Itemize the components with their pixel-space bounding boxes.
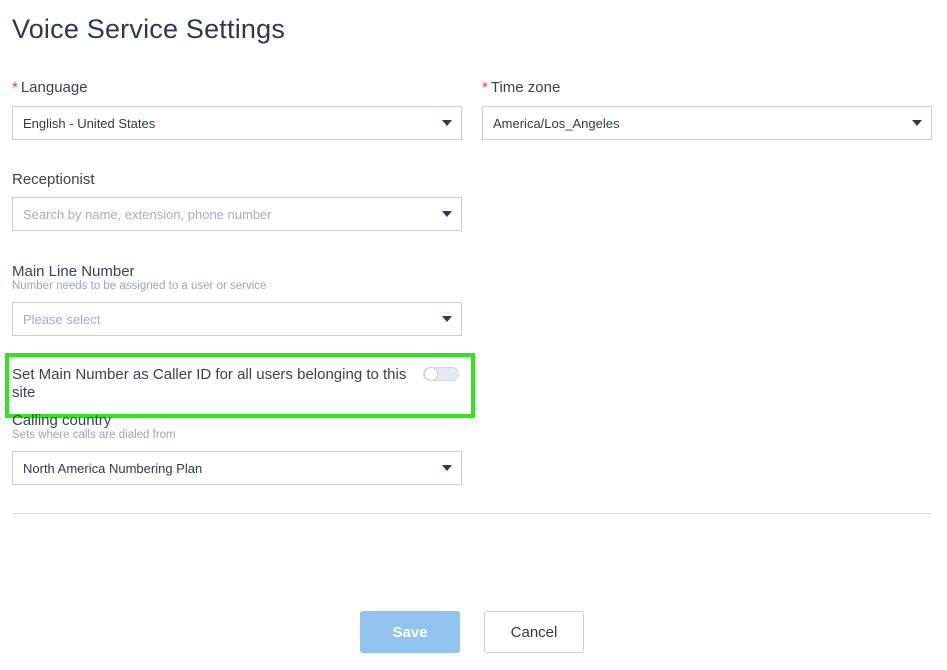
required-mark: *	[12, 79, 18, 96]
save-button[interactable]: Save	[360, 611, 460, 653]
main-line-hint: Number needs to be assigned to a user or…	[12, 280, 267, 292]
language-label: * Language	[12, 79, 88, 96]
chevron-down-icon	[442, 316, 452, 322]
caller-id-label: Set Main Number as Caller ID for all use…	[12, 366, 407, 401]
calling-country-label: Calling country	[12, 412, 112, 429]
language-select-value: English - United States	[23, 115, 156, 131]
calling-country-hint: Sets where calls are dialed from	[12, 429, 176, 441]
language-select[interactable]: English - United States	[12, 106, 462, 140]
chevron-down-icon	[442, 465, 452, 471]
chevron-down-icon	[442, 211, 452, 217]
chevron-down-icon	[442, 120, 452, 126]
timezone-label: * Time zone	[482, 79, 560, 96]
receptionist-label: Receptionist	[12, 171, 95, 188]
main-line-select[interactable]: Please select	[12, 302, 462, 336]
main-line-placeholder: Please select	[23, 311, 101, 327]
receptionist-placeholder: Search by name, extension, phone number	[23, 206, 272, 222]
language-label-text: Language	[20, 79, 88, 96]
timezone-select[interactable]: America/Los_Angeles	[482, 106, 932, 140]
chevron-down-icon	[912, 120, 922, 126]
divider	[12, 513, 932, 514]
toggle-knob	[424, 367, 438, 381]
receptionist-search-select[interactable]: Search by name, extension, phone number	[12, 197, 462, 231]
calling-country-select[interactable]: North America Numbering Plan	[12, 451, 462, 485]
timezone-label-text: Time zone	[490, 79, 561, 96]
required-mark: *	[482, 79, 488, 96]
calling-country-value: North America Numbering Plan	[23, 460, 203, 476]
cancel-button[interactable]: Cancel	[484, 611, 584, 653]
main-line-label: Main Line Number	[12, 263, 135, 280]
caller-id-toggle[interactable]	[423, 367, 459, 381]
timezone-select-value: America/Los_Angeles	[493, 115, 620, 131]
page-title: Voice Service Settings	[12, 14, 286, 44]
